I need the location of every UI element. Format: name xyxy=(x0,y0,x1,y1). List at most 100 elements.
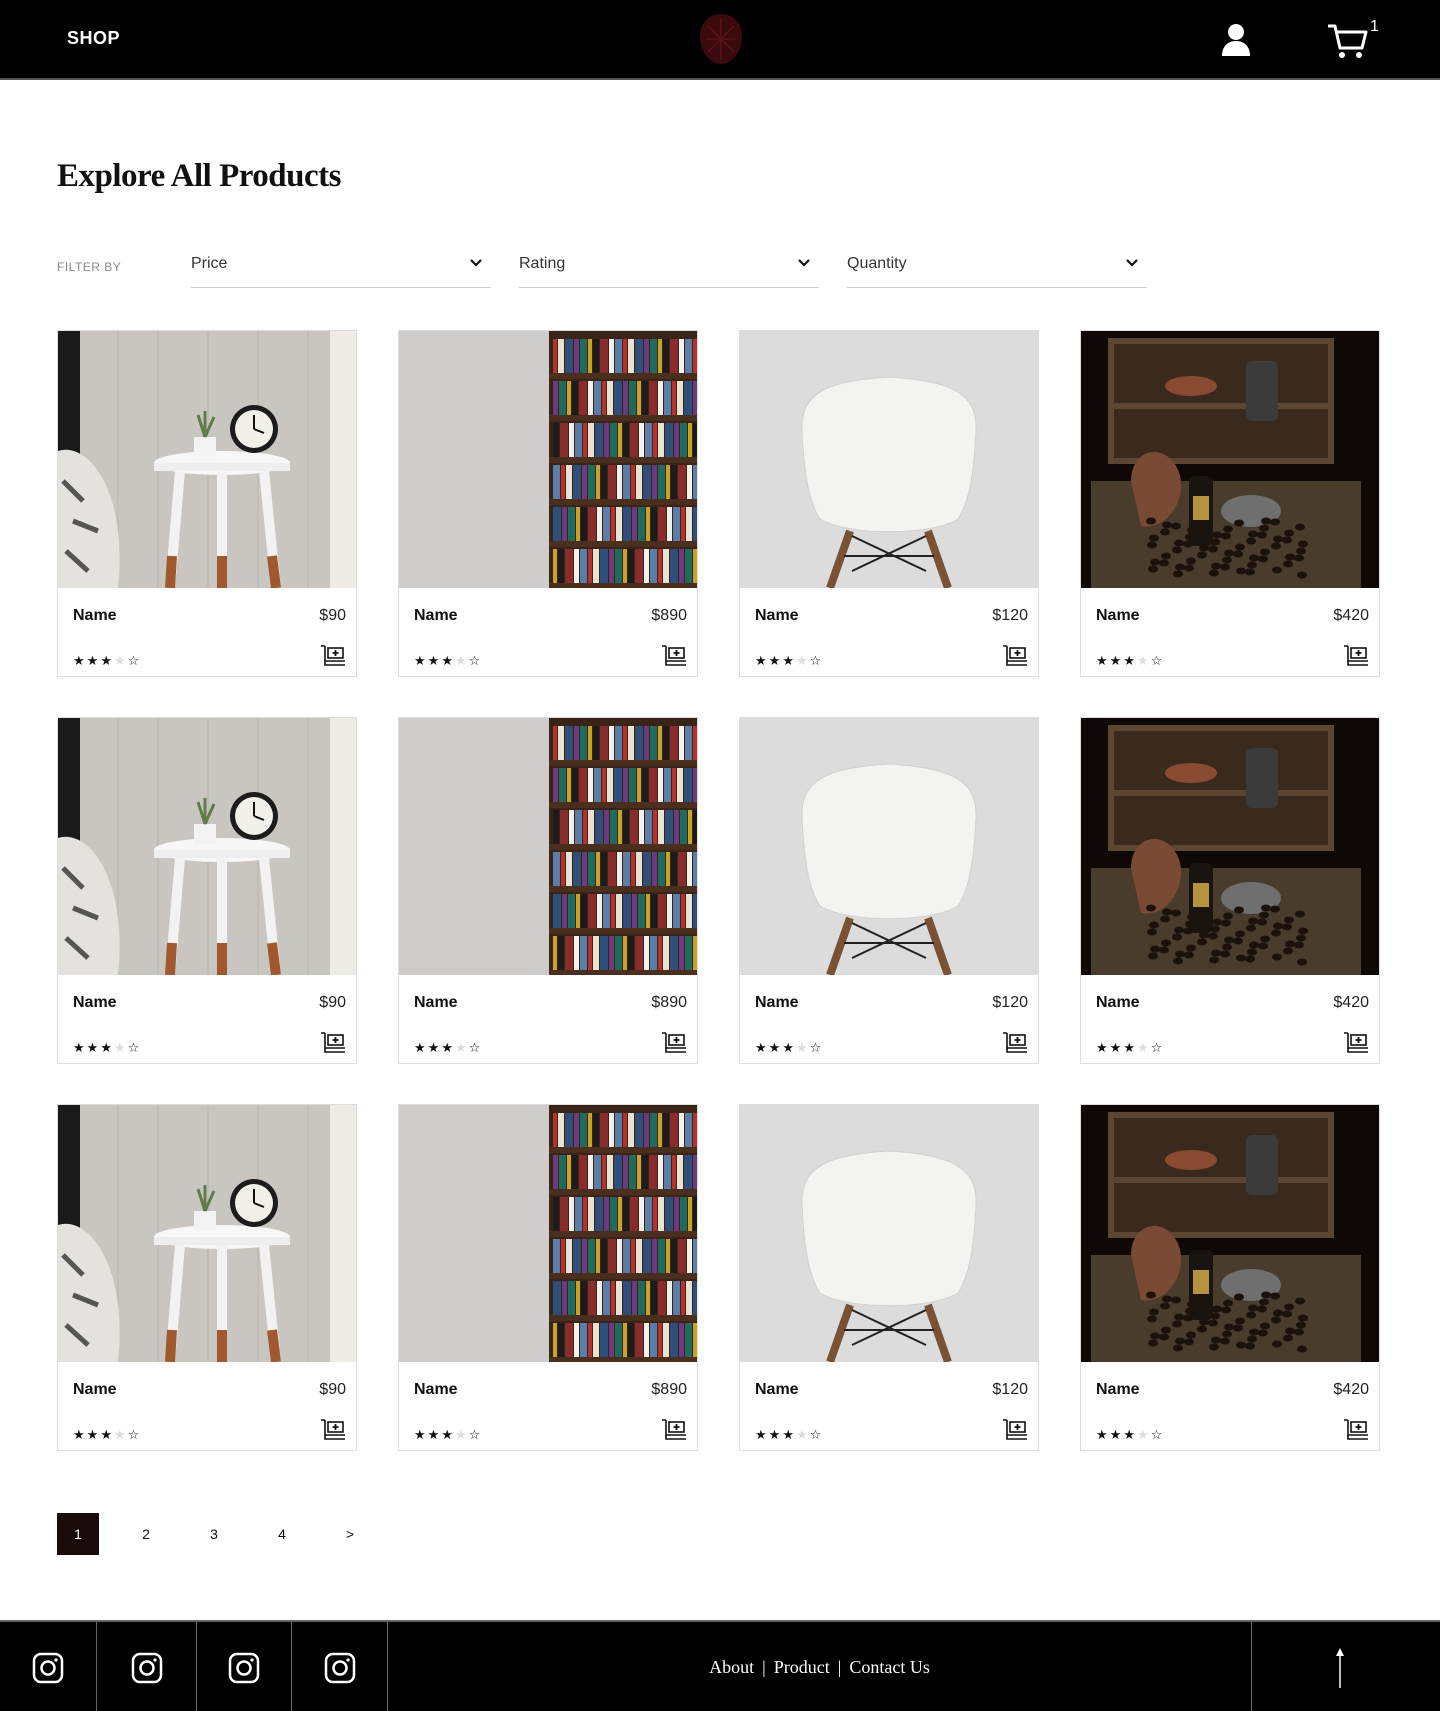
add-to-cart-icon[interactable] xyxy=(1002,1418,1028,1440)
product-card[interactable]: Name $90 ★★★★☆ xyxy=(57,330,357,677)
product-name[interactable]: Name xyxy=(1096,1381,1140,1399)
star-dim-icon: ★ xyxy=(454,653,469,668)
add-to-cart-icon[interactable] xyxy=(320,644,346,666)
product-image-coffee-crate[interactable] xyxy=(1081,718,1379,975)
product-name[interactable]: Name xyxy=(755,994,799,1012)
product-name[interactable]: Name xyxy=(755,1381,799,1399)
star-outline-icon: ☆ xyxy=(809,653,824,668)
product-card[interactable]: Name $420 ★★★★☆ xyxy=(1080,1104,1380,1451)
product-card[interactable]: Name $90 ★★★★☆ xyxy=(57,1104,357,1451)
product-card[interactable]: Name $890 ★★★★☆ xyxy=(398,330,698,677)
add-to-cart-icon[interactable] xyxy=(1002,644,1028,666)
product-price: $420 xyxy=(1333,1381,1369,1398)
product-card[interactable]: Name $890 ★★★★☆ xyxy=(398,1104,698,1451)
cart-icon[interactable] xyxy=(1326,22,1368,60)
product-name[interactable]: Name xyxy=(755,607,799,625)
instagram-link-1[interactable] xyxy=(0,1622,97,1711)
about-link[interactable]: About xyxy=(709,1657,754,1678)
quantity-filter-dropdown[interactable]: Quantity xyxy=(847,250,1147,288)
product-image-white-chair[interactable] xyxy=(740,1105,1038,1362)
add-to-cart-icon[interactable] xyxy=(320,1031,346,1053)
product-name[interactable]: Name xyxy=(73,1381,117,1399)
link-separator: | xyxy=(762,1657,766,1677)
add-to-cart-icon[interactable] xyxy=(661,1418,687,1440)
product-image-side-table-clock[interactable] xyxy=(58,1105,356,1362)
chevron-down-icon xyxy=(470,259,482,267)
product-name[interactable]: Name xyxy=(414,607,458,625)
product-link[interactable]: Product xyxy=(774,1657,830,1678)
scroll-to-top-arrow-icon[interactable] xyxy=(1330,1646,1350,1690)
product-name[interactable]: Name xyxy=(1096,607,1140,625)
product-price: $420 xyxy=(1333,607,1369,624)
product-image-bookshelf[interactable] xyxy=(399,1105,697,1362)
star-filled-icon: ★ xyxy=(782,653,796,668)
add-to-cart-icon[interactable] xyxy=(661,644,687,666)
product-card[interactable]: Name $890 ★★★★☆ xyxy=(398,717,698,1064)
product-image-white-chair[interactable] xyxy=(740,718,1038,975)
product-image-coffee-crate[interactable] xyxy=(1081,1105,1379,1362)
product-name[interactable]: Name xyxy=(73,994,117,1012)
product-price: $420 xyxy=(1333,994,1369,1011)
star-outline-icon: ☆ xyxy=(127,653,142,668)
product-image-side-table-clock[interactable] xyxy=(58,331,356,588)
star-filled-icon: ★ xyxy=(414,1427,428,1442)
product-rating-stars: ★★★★☆ xyxy=(1096,653,1164,669)
price-filter-dropdown[interactable]: Price xyxy=(191,250,491,288)
instagram-link-4[interactable] xyxy=(292,1622,388,1711)
star-filled-icon: ★ xyxy=(1109,1040,1124,1055)
product-card[interactable]: Name $120 ★★★★☆ xyxy=(739,330,1039,677)
product-rating-stars: ★★★★☆ xyxy=(414,653,482,669)
product-image-white-chair[interactable] xyxy=(740,331,1038,588)
product-name[interactable]: Name xyxy=(73,607,117,625)
product-name[interactable]: Name xyxy=(414,994,458,1012)
page-button-2[interactable]: 2 xyxy=(125,1513,167,1555)
product-price: $890 xyxy=(651,607,687,624)
product-image-coffee-crate[interactable] xyxy=(1081,331,1379,588)
star-filled-icon: ★ xyxy=(782,1427,796,1442)
product-card[interactable]: Name $420 ★★★★☆ xyxy=(1080,330,1380,677)
filter-by-label: FILTER BY xyxy=(57,260,122,274)
product-card[interactable]: Name $420 ★★★★☆ xyxy=(1080,717,1380,1064)
star-outline-icon: ☆ xyxy=(127,1427,142,1442)
star-filled-icon: ★ xyxy=(755,1040,769,1055)
product-card[interactable]: Name $120 ★★★★☆ xyxy=(739,1104,1039,1451)
top-nav-bar: SHOP 1 xyxy=(0,0,1440,80)
star-dim-icon: ★ xyxy=(1136,1040,1151,1055)
page-button-4[interactable]: 4 xyxy=(261,1513,303,1555)
add-to-cart-icon[interactable] xyxy=(320,1418,346,1440)
star-filled-icon: ★ xyxy=(1123,1427,1137,1442)
star-filled-icon: ★ xyxy=(73,1427,87,1442)
star-filled-icon: ★ xyxy=(1109,653,1124,668)
star-filled-icon: ★ xyxy=(73,1040,87,1055)
page-button-3[interactable]: 3 xyxy=(193,1513,235,1555)
instagram-icon xyxy=(32,1652,64,1683)
product-image-bookshelf[interactable] xyxy=(399,331,697,588)
product-price: $120 xyxy=(992,994,1028,1011)
page-button-1[interactable]: 1 xyxy=(57,1513,99,1555)
page-title: Explore All Products xyxy=(57,158,341,194)
add-to-cart-icon[interactable] xyxy=(1343,644,1369,666)
add-to-cart-icon[interactable] xyxy=(661,1031,687,1053)
product-card[interactable]: Name $120 ★★★★☆ xyxy=(739,717,1039,1064)
chevron-down-icon xyxy=(1126,259,1138,267)
rating-filter-dropdown[interactable]: Rating xyxy=(519,250,819,288)
star-filled-icon: ★ xyxy=(782,1040,796,1055)
instagram-link-2[interactable] xyxy=(97,1622,197,1711)
product-image-bookshelf[interactable] xyxy=(399,718,697,975)
footer-links: About | Product | Contact Us xyxy=(388,1622,1252,1711)
contact-us-link[interactable]: Contact Us xyxy=(849,1657,930,1678)
user-icon[interactable] xyxy=(1218,22,1254,58)
shop-link[interactable]: SHOP xyxy=(67,28,120,49)
product-rating-stars: ★★★★☆ xyxy=(755,1427,823,1443)
add-to-cart-icon[interactable] xyxy=(1002,1031,1028,1053)
product-name[interactable]: Name xyxy=(1096,994,1140,1012)
product-image-side-table-clock[interactable] xyxy=(58,718,356,975)
product-name[interactable]: Name xyxy=(414,1381,458,1399)
add-to-cart-icon[interactable] xyxy=(1343,1418,1369,1440)
instagram-link-3[interactable] xyxy=(197,1622,292,1711)
product-card[interactable]: Name $90 ★★★★☆ xyxy=(57,717,357,1064)
brand-logo[interactable] xyxy=(698,12,744,66)
add-to-cart-icon[interactable] xyxy=(1343,1031,1369,1053)
star-filled-icon: ★ xyxy=(755,1427,769,1442)
next-page-button[interactable]: > xyxy=(329,1513,371,1555)
